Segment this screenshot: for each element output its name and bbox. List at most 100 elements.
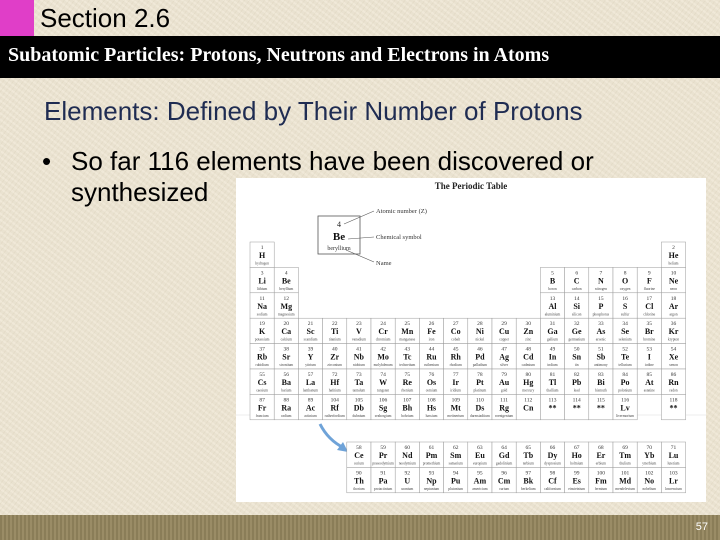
element-symbol: Cr [378, 327, 388, 336]
element-symbol: Sb [596, 353, 605, 362]
element-symbol: Sc [307, 327, 315, 336]
element-cell: 71Lulutetium [661, 441, 686, 468]
key-label-name: Name [376, 260, 392, 267]
element-name: berkelium [521, 487, 536, 491]
f-block-arrow-icon [318, 423, 345, 450]
element-cell: 1Hhydrogen [249, 241, 275, 268]
element-name: europium [473, 462, 487, 466]
element-cell: 108Hshassium [419, 394, 444, 421]
element-name: fluorine [644, 287, 656, 291]
element-symbol: Ga [547, 327, 557, 336]
element-name: bismuth [595, 389, 607, 393]
element-symbol: Cl [645, 302, 654, 311]
element-name: carbon [572, 287, 582, 291]
element-cell: 15Pphosphorus [588, 292, 614, 319]
slide-heading: Elements: Defined by Their Number of Pro… [44, 96, 583, 126]
element-cell: 62Smsamarium [443, 441, 469, 468]
element-cell: 100Fmfermium [588, 467, 614, 494]
element-symbol: Bi [597, 378, 605, 387]
element-symbol: Ra [281, 403, 291, 412]
element-symbol: B [550, 276, 556, 285]
element-cell: 89Acactinium [298, 394, 323, 421]
element-name: holmium [570, 462, 583, 466]
element-name: ytterbium [642, 462, 656, 466]
element-symbol: Md [619, 476, 632, 485]
element-cell: 80Hgmercury [515, 368, 541, 395]
element-symbol: Au [499, 378, 510, 387]
element-symbol: Pm [426, 451, 438, 460]
element-name: antimony [594, 363, 608, 367]
element-name: curium [499, 487, 509, 491]
element-symbol: U [404, 476, 410, 485]
element-symbol: Pd [475, 353, 485, 362]
element-name: platinum [474, 389, 487, 393]
key-name: beryllium [327, 246, 351, 252]
key-symbol: Be [333, 231, 345, 243]
element-cell: 16Ssulfur [612, 292, 638, 319]
element-cell: 13Alaluminium [540, 292, 565, 319]
element-symbol: Tl [549, 378, 557, 387]
element-symbol: As [596, 327, 605, 336]
element-cell: 49Inindium [540, 343, 565, 370]
element-cell: 19Kpotassium [249, 317, 275, 344]
element-cell: 99Eseinsteinium [564, 467, 590, 494]
element-cell: 32Gegermanium [564, 317, 590, 344]
element-symbol: Kr [669, 327, 679, 336]
element-name: praseodymium [372, 462, 394, 466]
element-name: samarium [449, 462, 463, 466]
element-symbol: Tc [403, 353, 412, 362]
element-name: oxygen [620, 287, 631, 291]
element-cell: 40Zrzirconium [322, 343, 348, 370]
element-name: darmstadtium [470, 414, 490, 418]
element-cell: 114** [564, 394, 590, 421]
element-cell: 88Raradium [273, 394, 299, 421]
element-symbol: Mg [281, 302, 293, 311]
element-name: neptunium [424, 487, 440, 491]
element-cell: 44Ruruthenium [419, 343, 444, 370]
element-symbol: S [623, 302, 628, 311]
element-cell: 7Nnitrogen [588, 267, 614, 294]
element-cell: 96Cmcurium [491, 467, 517, 494]
element-cell: 103Lrlawrencium [661, 467, 686, 494]
element-name: barium [281, 389, 291, 393]
element-symbol: Be [282, 276, 291, 285]
element-cell: 22Tititanium [322, 317, 348, 344]
element-cell: 30Znzinc [515, 317, 541, 344]
element-symbol: Fr [258, 403, 267, 412]
element-symbol: Ar [669, 302, 679, 311]
element-name: osmium [426, 389, 438, 393]
footer-bar [0, 515, 720, 540]
element-name: bromine [643, 338, 655, 342]
element-cell: 35Brbromine [636, 317, 662, 344]
element-name: radium [281, 414, 291, 418]
element-cell: 5Bboron [540, 267, 565, 294]
element-symbol: Cm [498, 476, 511, 485]
element-symbol: Fe [427, 327, 436, 336]
element-symbol: Os [427, 378, 436, 387]
element-name: tungsten [377, 389, 389, 393]
element-symbol: Rg [499, 403, 509, 412]
element-cell: 64Gdgadolinium [491, 441, 517, 468]
element-symbol: No [644, 476, 654, 485]
element-symbol: Hg [523, 378, 533, 387]
element-name: aluminium [545, 312, 561, 316]
element-symbol: Ba [282, 378, 291, 387]
element-cell: 111Rgroentgenium [491, 394, 517, 421]
element-cell: 82Pblead [564, 368, 590, 395]
element-symbol: Rh [451, 353, 462, 362]
element-name: lithium [257, 287, 268, 291]
element-name: cobalt [451, 338, 460, 342]
element-symbol: O [622, 276, 628, 285]
element-name: rutherfordium [325, 414, 345, 418]
element-symbol: Bh [402, 403, 412, 412]
element-cell: 79Augold [491, 368, 517, 395]
element-name: rhodium [450, 363, 462, 367]
element-cell: 39Yyttrium [298, 343, 323, 370]
element-symbol: Cf [548, 476, 557, 485]
element-cell: 86Rnradon [661, 368, 686, 395]
element-symbol: V [356, 327, 362, 336]
element-name: astatine [644, 389, 655, 393]
element-cell: 85Atastatine [636, 368, 662, 395]
element-symbol: Cd [523, 353, 534, 362]
element-cell: 37Rbrubidium [249, 343, 275, 370]
